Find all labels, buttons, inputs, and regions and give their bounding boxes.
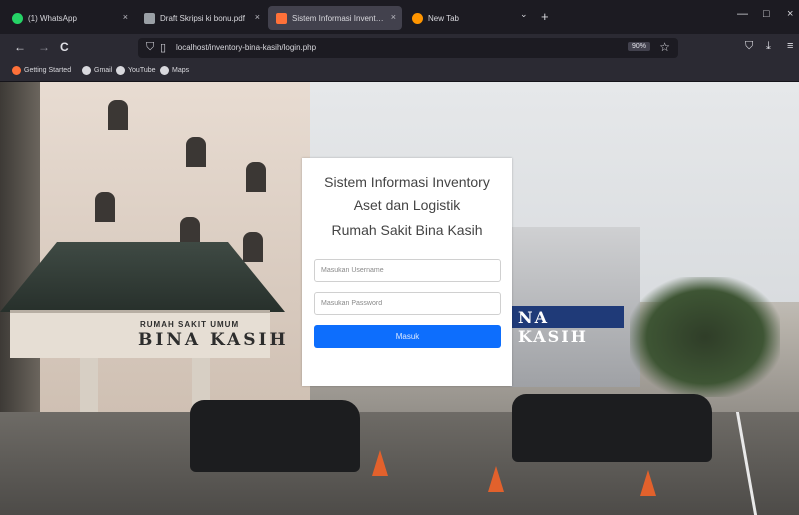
background-traffic-cone bbox=[640, 470, 656, 496]
close-window-icon[interactable]: × bbox=[787, 8, 793, 20]
page-content: RUMAH SAKIT UMUM BINA KASIH NA KASIH Sis… bbox=[0, 82, 799, 515]
background-traffic-cone bbox=[372, 450, 388, 476]
bookmark-label: Gmail bbox=[94, 67, 113, 74]
login-button[interactable]: Masuk bbox=[314, 325, 501, 348]
background-blue-sign: NA KASIH bbox=[512, 306, 624, 346]
background-sign-subtitle: RUMAH SAKIT UMUM bbox=[140, 320, 240, 329]
firefox-icon bbox=[412, 12, 423, 24]
zoom-badge[interactable]: 90% bbox=[627, 42, 650, 51]
login-title-line3: Rumah Sakit Bina Kasih bbox=[331, 222, 483, 238]
background-car bbox=[512, 394, 712, 462]
pocket-icon[interactable]: ⛉ bbox=[745, 40, 753, 53]
login-title-line1: Sistem Informasi Inventory bbox=[324, 174, 490, 190]
address-bar[interactable]: ⛉ ▯ localhost/inventory-bina-kasih/login… bbox=[138, 38, 678, 58]
close-icon[interactable]: × bbox=[123, 12, 128, 22]
browser-window: (1) WhatsApp × Draft Skripsi ki bonu.pdf… bbox=[0, 0, 799, 515]
tab-strip: (1) WhatsApp × Draft Skripsi ki bonu.pdf… bbox=[0, 0, 799, 34]
background-tree bbox=[630, 277, 780, 397]
bookmarks-bar: Getting Started Gmail YouTube Maps bbox=[0, 62, 799, 82]
download-icon[interactable]: ⤓ bbox=[766, 40, 771, 53]
globe-icon bbox=[116, 66, 125, 75]
tab-pdf[interactable]: Draft Skripsi ki bonu.pdf × bbox=[136, 6, 266, 30]
bookmark-maps[interactable]: Maps bbox=[160, 66, 189, 75]
bookmark-star-icon[interactable]: ☆ bbox=[659, 40, 670, 54]
background-window bbox=[95, 192, 115, 222]
navigation-bar: ← → C ⛉ ▯ localhost/inventory-bina-kasih… bbox=[0, 34, 799, 62]
tab-new-tab[interactable]: New Tab bbox=[404, 6, 514, 30]
close-icon[interactable]: × bbox=[255, 12, 260, 22]
bookmark-gmail[interactable]: Gmail bbox=[82, 66, 112, 75]
tab-label: New Tab bbox=[428, 13, 459, 23]
bookmark-label: Maps bbox=[172, 67, 190, 74]
back-icon[interactable]: ← bbox=[14, 40, 26, 54]
background-window bbox=[246, 162, 266, 192]
username-input[interactable] bbox=[314, 259, 501, 282]
background-window bbox=[186, 137, 206, 167]
tab-label: (1) WhatsApp bbox=[28, 13, 77, 23]
shield-icon[interactable]: ⛉ bbox=[146, 41, 154, 54]
forward-icon[interactable]: → bbox=[38, 40, 50, 54]
login-card: Sistem Informasi Inventory Aset dan Logi… bbox=[302, 158, 512, 386]
reload-icon[interactable]: C bbox=[60, 40, 69, 54]
maximize-icon[interactable]: □ bbox=[763, 8, 770, 20]
background-blue-sign-text: NA KASIH bbox=[518, 308, 588, 346]
background-traffic-cone bbox=[488, 466, 504, 492]
document-icon bbox=[144, 12, 155, 24]
firefox-icon bbox=[12, 66, 21, 75]
globe-icon bbox=[82, 66, 91, 75]
minimize-icon[interactable]: — bbox=[737, 8, 748, 20]
login-title-line2: Aset dan Logistik bbox=[353, 197, 461, 213]
bookmark-getting-started[interactable]: Getting Started bbox=[12, 66, 71, 75]
menu-icon[interactable]: ≡ bbox=[787, 40, 793, 52]
close-icon[interactable]: × bbox=[391, 12, 396, 22]
background-car bbox=[190, 400, 360, 472]
tab-label: Draft Skripsi ki bonu.pdf bbox=[160, 13, 245, 23]
background-window bbox=[108, 100, 128, 130]
whatsapp-icon bbox=[12, 12, 23, 24]
bookmark-youtube[interactable]: YouTube bbox=[116, 66, 156, 75]
background-sign-title: BINA KASIH bbox=[138, 330, 289, 350]
password-input[interactable] bbox=[314, 292, 501, 315]
tab-list-icon[interactable]: ⌄ bbox=[520, 9, 528, 20]
tab-inventory[interactable]: Sistem Informasi Inventory Aset & × bbox=[268, 6, 402, 30]
background-window bbox=[243, 232, 263, 262]
page-icon bbox=[276, 12, 287, 24]
globe-icon bbox=[160, 66, 169, 75]
url-text[interactable]: localhost/inventory-bina-kasih/login.php bbox=[176, 43, 316, 52]
new-tab-icon[interactable]: + bbox=[541, 9, 549, 24]
bookmark-label: Getting Started bbox=[24, 67, 72, 74]
page-info-icon[interactable]: ▯ bbox=[160, 41, 166, 54]
tab-whatsapp[interactable]: (1) WhatsApp × bbox=[4, 6, 134, 30]
tab-label: Sistem Informasi Inventory Aset & bbox=[292, 13, 387, 23]
bookmark-label: YouTube bbox=[128, 67, 156, 74]
